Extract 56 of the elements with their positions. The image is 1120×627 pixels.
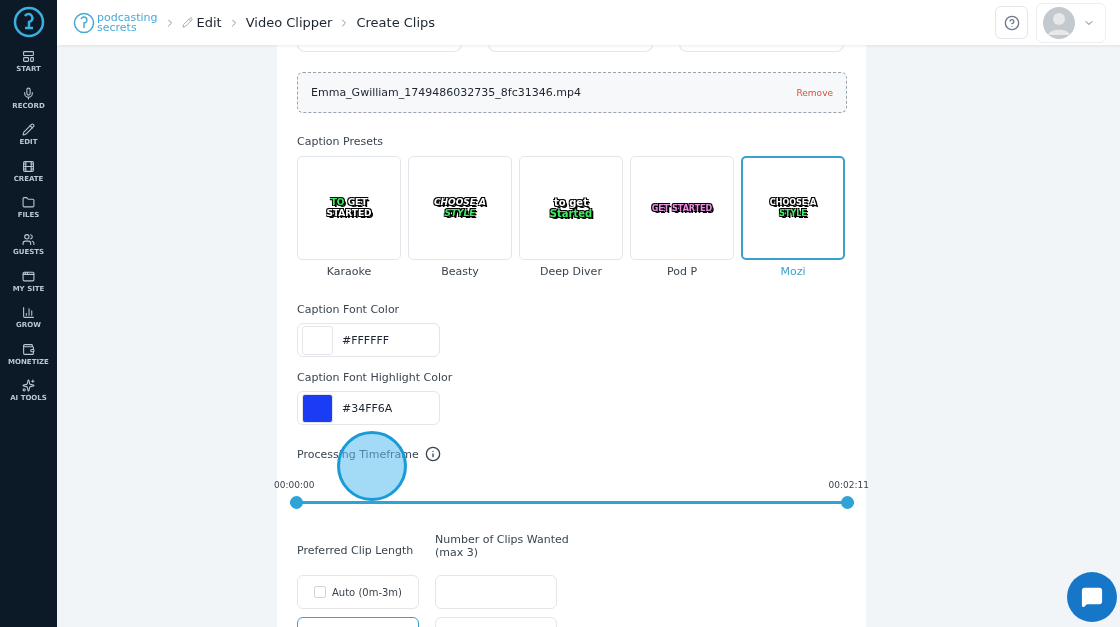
nav-icon bbox=[22, 123, 35, 137]
preset-name: Beasty bbox=[441, 265, 479, 278]
caption-preview-text: STARTED bbox=[326, 208, 372, 219]
caption-preview-text: Started bbox=[549, 208, 593, 219]
file-name: Emma_Gwilliam_1749486032735_8fc31346.mp4 bbox=[311, 86, 581, 99]
section-label: Caption Presets bbox=[297, 135, 384, 148]
caption-preview-text: STYLE bbox=[444, 208, 476, 219]
time-label: 00:00:00 bbox=[274, 480, 315, 490]
option-checkbox[interactable]: Auto (0m-3m) bbox=[297, 575, 419, 609]
logo-icon bbox=[73, 11, 95, 34]
chat-icon bbox=[1081, 586, 1103, 608]
field-label: Number of Clips Wanted (max 3) bbox=[435, 533, 570, 561]
slider-handle[interactable] bbox=[841, 496, 854, 509]
caption-preview-text: TO GET bbox=[330, 197, 368, 208]
nav-icon bbox=[22, 269, 35, 283]
preset-name: Pod P bbox=[666, 265, 698, 278]
nav-icon bbox=[22, 50, 35, 63]
time-label: 00:02:11 bbox=[828, 480, 869, 490]
caption-preview-text: CHOOSE A bbox=[769, 197, 817, 208]
preset-card[interactable]: CHOOSE A STYLE bbox=[741, 156, 845, 260]
caption-preview-text: STYLE bbox=[779, 208, 807, 219]
preset-card[interactable]: TO GET STARTED bbox=[297, 156, 401, 260]
preset-card[interactable]: CHOOSE A STYLE bbox=[408, 156, 512, 260]
preset-name: Deep Diver bbox=[540, 265, 602, 278]
input-field[interactable] bbox=[435, 575, 557, 609]
nav-icon bbox=[22, 342, 35, 356]
color-field[interactable]: #FFFFFF bbox=[297, 323, 440, 357]
field-label: Caption Font Color bbox=[297, 303, 401, 316]
field-label: Preferred Clip Length bbox=[297, 542, 415, 559]
nav-icon bbox=[22, 232, 35, 246]
info-icon[interactable] bbox=[424, 446, 441, 462]
breadcrumb-link[interactable]: Create Clips bbox=[356, 15, 436, 30]
nav-icon bbox=[22, 196, 35, 210]
nav-icon bbox=[22, 86, 35, 100]
slider-handle[interactable] bbox=[290, 496, 303, 509]
field-label: Caption Font Highlight Color bbox=[297, 371, 454, 384]
nav-icon bbox=[22, 306, 35, 320]
caption-preview-text: to get bbox=[554, 197, 588, 208]
preset-card[interactable]: to get Started bbox=[519, 156, 623, 260]
user-menu-button[interactable] bbox=[1036, 2, 1106, 43]
edit-icon bbox=[181, 17, 193, 28]
caption-preview-text: CHOOSE A bbox=[433, 197, 487, 208]
caption-preview-text: GET STARTED bbox=[651, 202, 713, 214]
avatar-icon bbox=[1043, 6, 1075, 39]
logo-icon[interactable] bbox=[12, 6, 45, 38]
breadcrumb-link[interactable]: Video Clipper bbox=[245, 15, 333, 30]
color-field[interactable]: #34FF6A bbox=[297, 391, 440, 425]
chat-button[interactable] bbox=[1067, 572, 1117, 622]
help-icon bbox=[1003, 14, 1020, 31]
remove-link[interactable]: Remove bbox=[796, 87, 833, 98]
help-button[interactable] bbox=[995, 6, 1028, 39]
preset-name: Karaoke bbox=[326, 265, 372, 278]
nav-icon bbox=[22, 379, 35, 393]
nav-icon bbox=[22, 159, 35, 173]
preset-name: Mozi bbox=[780, 265, 806, 278]
breadcrumb-link[interactable]: Edit bbox=[196, 15, 222, 30]
